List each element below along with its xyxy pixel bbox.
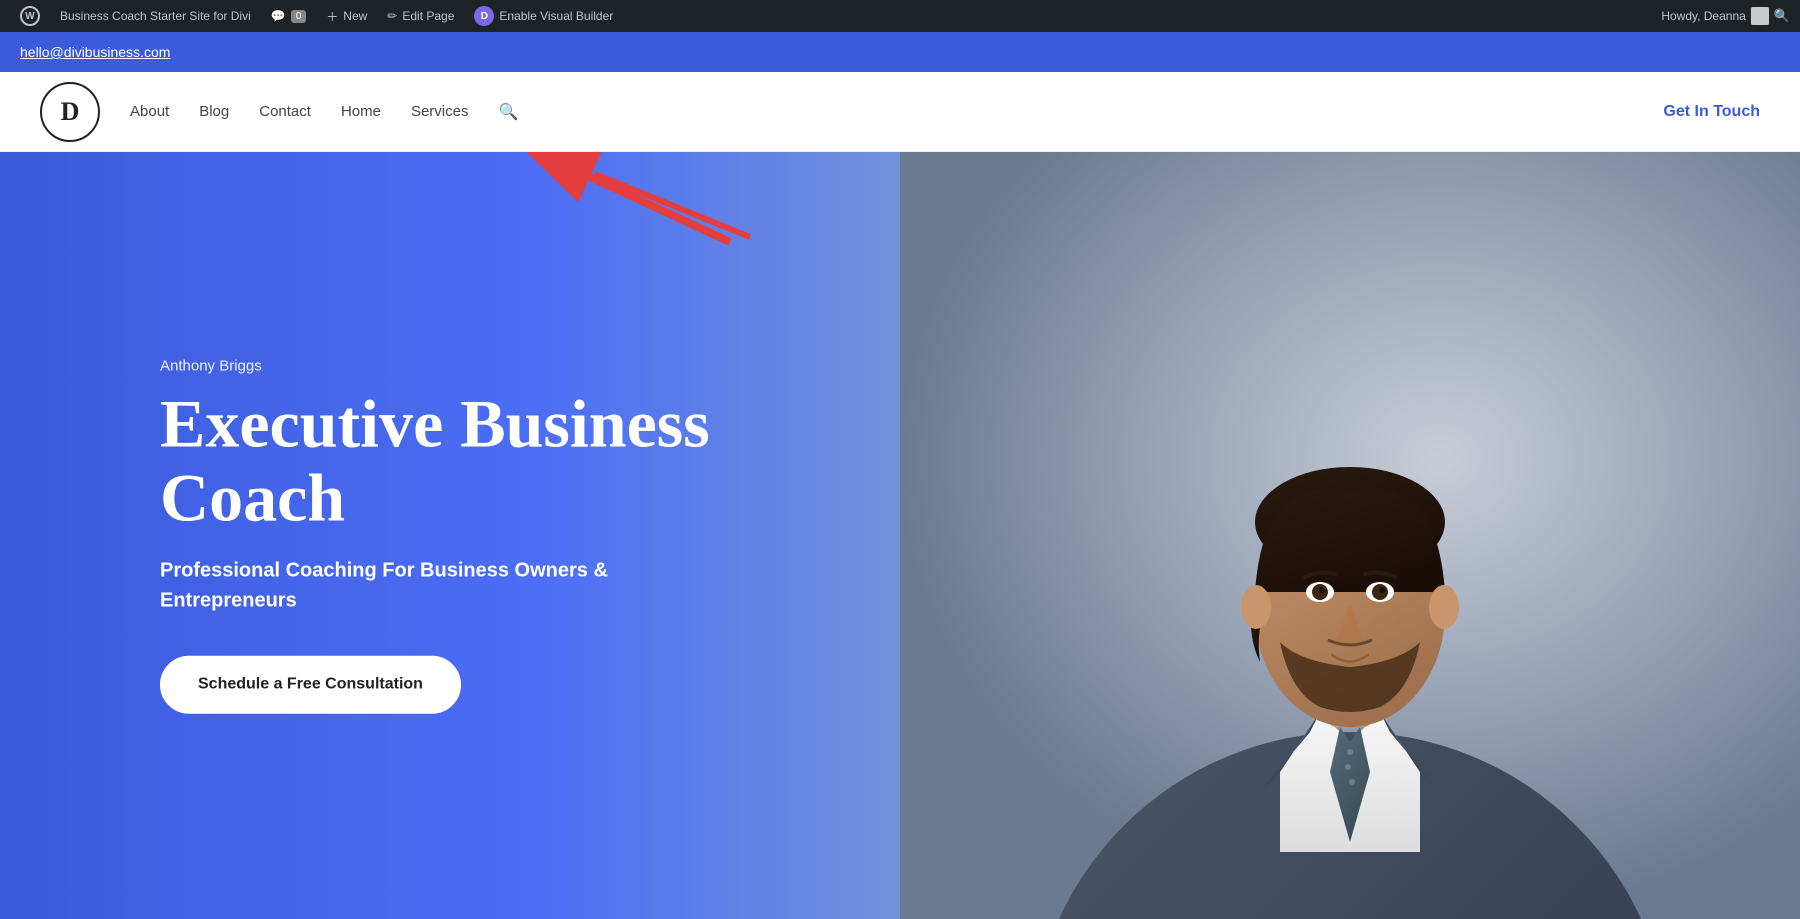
site-header: D About Blog Contact Home Services 🔍 Get… xyxy=(0,72,1800,152)
nav-about[interactable]: About xyxy=(130,103,169,120)
admin-avatar[interactable] xyxy=(1751,7,1769,25)
hero-section: Anthony Briggs Executive Business Coach … xyxy=(0,152,1800,919)
get-in-touch-button[interactable]: Get In Touch xyxy=(1663,103,1760,121)
hero-title-line2: Coach xyxy=(160,460,345,536)
nav-home[interactable]: Home xyxy=(341,103,381,120)
nav-contact[interactable]: Contact xyxy=(259,103,311,120)
schedule-consultation-button[interactable]: Schedule a Free Consultation xyxy=(160,656,461,714)
comment-count: 0 xyxy=(291,10,307,23)
howdy-text: Howdy, Deanna xyxy=(1661,9,1746,23)
pencil-icon: ✏ xyxy=(387,9,397,23)
comment-icon: 💬 xyxy=(271,9,286,23)
site-name-item[interactable]: Business Coach Starter Site for Divi xyxy=(50,0,261,32)
hero-content: Anthony Briggs Executive Business Coach … xyxy=(160,357,710,714)
visual-builder-item[interactable]: D Enable Visual Builder xyxy=(464,0,623,32)
wp-admin-bar: W Business Coach Starter Site for Divi 💬… xyxy=(0,0,1800,32)
nav-search-icon[interactable]: 🔍 xyxy=(498,102,518,122)
admin-bar-right: Howdy, Deanna 🔍 xyxy=(1661,7,1790,25)
site-nav: About Blog Contact Home Services 🔍 xyxy=(130,102,1663,122)
wp-logo-icon: W xyxy=(20,6,40,26)
hero-title: Executive Business Coach xyxy=(160,386,710,536)
site-name-label: Business Coach Starter Site for Divi xyxy=(60,9,251,23)
new-label: New xyxy=(343,9,367,23)
hero-portrait xyxy=(900,152,1800,919)
email-link[interactable]: hello@divibusiness.com xyxy=(20,44,170,60)
site-logo[interactable]: D xyxy=(40,82,100,142)
hero-title-line1: Executive Business xyxy=(160,385,710,461)
visual-builder-icon: D xyxy=(474,6,494,26)
edit-page-label: Edit Page xyxy=(402,9,454,23)
nav-blog[interactable]: Blog xyxy=(199,103,229,120)
logo-letter: D xyxy=(61,97,80,127)
comments-item[interactable]: 💬 0 xyxy=(261,0,317,32)
top-bar: hello@divibusiness.com xyxy=(0,32,1800,72)
hero-person-name: Anthony Briggs xyxy=(160,357,710,374)
plus-icon: ＋ xyxy=(326,8,338,25)
wp-logo-item[interactable]: W xyxy=(10,0,50,32)
hero-description: Professional Coaching For Business Owner… xyxy=(160,556,700,616)
visual-builder-label: Enable Visual Builder xyxy=(499,9,613,23)
edit-page-item[interactable]: ✏ Edit Page xyxy=(377,0,464,32)
admin-search-icon[interactable]: 🔍 xyxy=(1774,8,1790,24)
new-item[interactable]: ＋ New xyxy=(316,0,377,32)
nav-services[interactable]: Services xyxy=(411,103,469,120)
